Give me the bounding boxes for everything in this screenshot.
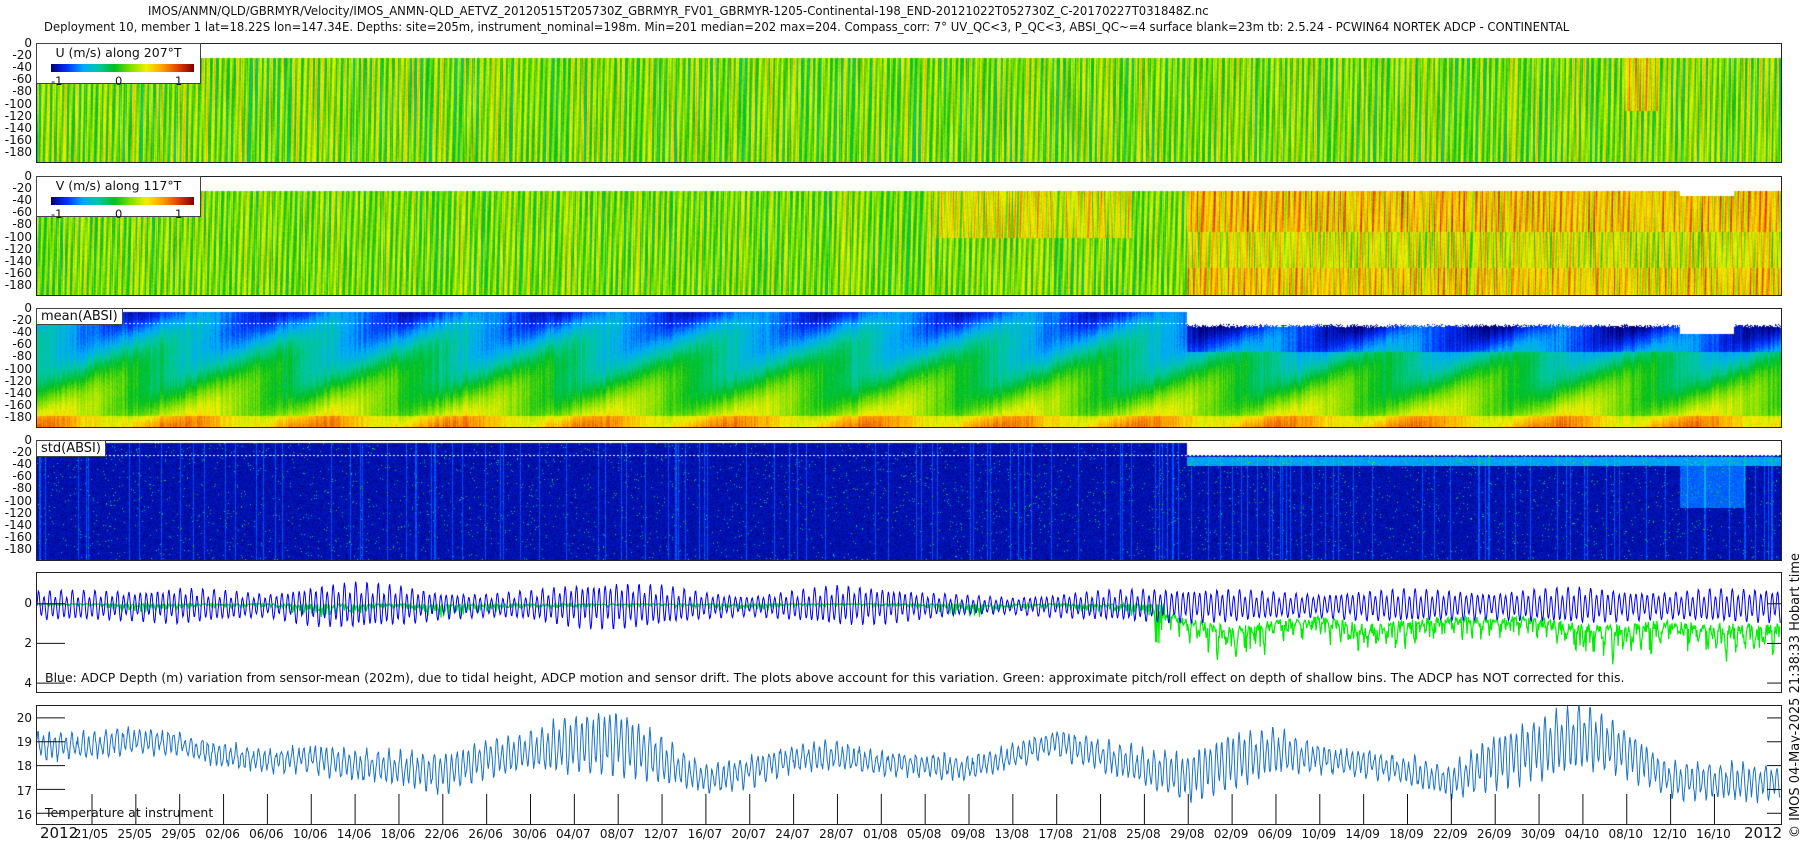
x-tick-label: 30/06	[512, 827, 547, 841]
y-tick-label: -100	[0, 231, 32, 243]
x-tick-label: 06/06	[249, 827, 284, 841]
depth-y-tick-label: 2	[0, 637, 32, 649]
depth-y-tick-label: 4	[0, 677, 32, 689]
temperature-caption: Temperature at instrument	[45, 805, 213, 820]
u-colorbar	[51, 64, 194, 72]
v-legend-title: V (m/s) along 117°T	[37, 178, 200, 193]
x-tick-label: 16/10	[1696, 827, 1731, 841]
y-tick-label: -180	[0, 411, 32, 423]
x-tick-label: 30/09	[1521, 827, 1556, 841]
colorbar-tick: 1	[175, 207, 182, 221]
temperature-y-tick-label: 17	[0, 785, 32, 797]
x-tick-label: 10/09	[1302, 827, 1337, 841]
colorbar-tick: 1	[175, 74, 182, 88]
v-velocity-panel	[36, 176, 1782, 296]
v-colorbar	[51, 197, 194, 205]
y-tick-label: -100	[0, 98, 32, 110]
colorbar-tick: 0	[115, 207, 122, 221]
y-tick-label: -180	[0, 543, 32, 555]
depth-caption: Blue: ADCP Depth (m) variation from sens…	[45, 670, 1624, 685]
x-tick-label: 29/08	[1170, 827, 1205, 841]
x-tick-label: 25/08	[1126, 827, 1161, 841]
y-tick-label: -120	[0, 243, 32, 255]
std-absi-label: std(ABSI)	[36, 440, 106, 457]
x-tick-label: 02/06	[205, 827, 240, 841]
u-velocity-panel	[36, 43, 1782, 163]
temperature-y-tick-label: 19	[0, 736, 32, 748]
colorbar-tick: -1	[51, 74, 62, 88]
u-legend-title: U (m/s) along 207°T	[37, 45, 200, 60]
y-tick-label: -120	[0, 110, 32, 122]
x-tick-label: 21/08	[1082, 827, 1117, 841]
x-tick-label: 13/08	[995, 827, 1030, 841]
depth-y-tick-label: 0	[0, 597, 32, 609]
x-tick-label: 16/07	[688, 827, 723, 841]
colorbar-tick: -1	[51, 207, 62, 221]
x-tick-label: 01/08	[863, 827, 898, 841]
y-tick-label: -80	[0, 482, 32, 494]
mean-absi-heatmap	[37, 309, 1781, 427]
x-tick-label: 21/05	[74, 827, 109, 841]
file-title: IMOS/ANMN/QLD/GBRMYR/Velocity/IMOS_ANMN-…	[148, 3, 1209, 18]
temperature-plot	[37, 706, 1781, 824]
x-tick-label: 18/09	[1389, 827, 1424, 841]
x-tick-label: 14/06	[337, 827, 372, 841]
x-tick-label: 14/09	[1345, 827, 1380, 841]
x-tick-label: 10/06	[293, 827, 328, 841]
x-tick-label: 08/10	[1608, 827, 1643, 841]
y-tick-label: -180	[0, 279, 32, 291]
y-tick-label: -80	[0, 350, 32, 362]
temperature-y-tick-label: 16	[0, 809, 32, 821]
u-colorbar-legend: U (m/s) along 207°T -1 0 1	[36, 43, 201, 84]
colorbar-tick: 0	[115, 74, 122, 88]
x-tick-label: 22/09	[1433, 827, 1468, 841]
temperature-line	[37, 706, 1780, 803]
credit-timestamp: © IMOS 04-May-2025 21:38:33 Hobart time	[1788, 553, 1800, 838]
deployment-subtitle: Deployment 10, member 1 lat=18.22S lon=1…	[44, 19, 1569, 34]
x-tick-label: 18/06	[381, 827, 416, 841]
y-tick-label: -120	[0, 507, 32, 519]
year-label-right: 2012	[1744, 824, 1782, 842]
x-tick-label: 22/06	[425, 827, 460, 841]
mean-absi-panel	[36, 308, 1782, 428]
y-tick-label: -180	[0, 146, 32, 158]
x-tick-label: 12/07	[644, 827, 679, 841]
depth-variation-panel: Blue: ADCP Depth (m) variation from sens…	[36, 572, 1782, 693]
x-tick-label: 05/08	[907, 827, 942, 841]
temperature-panel: Temperature at instrument	[36, 705, 1782, 825]
y-tick-label: -120	[0, 375, 32, 387]
x-tick-label: 02/09	[1214, 827, 1249, 841]
year-label-left: 2012	[40, 824, 78, 842]
y-tick-label: -100	[0, 363, 32, 375]
x-tick-label: 24/07	[775, 827, 810, 841]
v-velocity-heatmap	[37, 177, 1781, 295]
x-tick-label: 28/07	[819, 827, 854, 841]
y-tick-label: -80	[0, 85, 32, 97]
v-colorbar-legend: V (m/s) along 117°T -1 0 1	[36, 176, 201, 217]
x-tick-label: 17/08	[1038, 827, 1073, 841]
x-tick-label: 26/06	[468, 827, 503, 841]
x-tick-label: 08/07	[600, 827, 635, 841]
std-absi-heatmap	[37, 441, 1781, 560]
x-tick-label: 12/10	[1652, 827, 1687, 841]
mean-absi-label: mean(ABSI)	[36, 308, 123, 325]
temperature-y-tick-label: 18	[0, 760, 32, 772]
u-velocity-heatmap	[37, 44, 1781, 162]
x-tick-label: 04/07	[556, 827, 591, 841]
std-absi-panel	[36, 440, 1782, 561]
y-tick-label: -80	[0, 218, 32, 230]
temperature-y-tick-label: 20	[0, 712, 32, 724]
x-tick-label: 29/05	[161, 827, 196, 841]
y-tick-label: -100	[0, 495, 32, 507]
x-tick-label: 06/09	[1258, 827, 1293, 841]
x-tick-label: 09/08	[951, 827, 986, 841]
x-tick-label: 20/07	[731, 827, 766, 841]
x-tick-label: 04/10	[1565, 827, 1600, 841]
x-tick-label: 26/09	[1477, 827, 1512, 841]
x-tick-label: 25/05	[118, 827, 153, 841]
